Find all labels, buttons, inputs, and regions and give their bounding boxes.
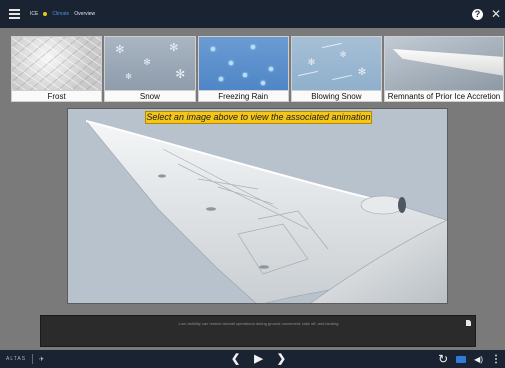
thumbnail-label: Remnants of Prior Ice Accretion [385, 90, 503, 101]
breadcrumb-item[interactable]: Overview [74, 11, 95, 17]
thumbnail-blowing-snow[interactable]: ✻ ✻ ✻ Blowing Snow [290, 36, 382, 102]
breadcrumb-item[interactable]: ICE [30, 11, 38, 17]
remnants-image [385, 37, 503, 90]
wind-streak [331, 74, 352, 81]
raindrop-icon [268, 67, 273, 71]
snowflake-icon: ✻ [125, 72, 132, 81]
thumbnail-label: Snow [105, 90, 195, 101]
raindrop-icon [260, 81, 265, 85]
freezing-rain-image [198, 37, 288, 90]
snowflake-icon: ✻ [115, 44, 125, 56]
thumbnail-remnants[interactable]: Remnants of Prior Ice Accretion [384, 36, 504, 102]
frost-image [12, 37, 102, 90]
snowflake-icon: ✻ [339, 50, 347, 59]
snowflake-icon: ✻ [357, 67, 367, 78]
play-icon[interactable]: ▶ [254, 353, 262, 365]
navigation-controls: ❮ ▶ ❯ [231, 350, 286, 368]
instruction-banner: Select an image above to view the associ… [145, 111, 372, 124]
wing-image [393, 49, 503, 77]
thumbnail-freezing-rain[interactable]: Freezing Rain [197, 36, 289, 102]
top-bar: ICE Climate Overview ? ✕ [0, 0, 505, 28]
reload-icon[interactable]: ↻ [438, 352, 448, 366]
animation-viewer: Select an image above to view the associ… [67, 108, 448, 304]
player-tools: ↻ ◀) ⋮ [438, 350, 501, 368]
thumbnail-frost[interactable]: Frost [11, 36, 103, 102]
logo-divider [32, 354, 34, 364]
snow-image: ✻ ✻ ✻ ✻ ✻ [105, 37, 195, 90]
close-icon[interactable]: ✕ [491, 8, 501, 20]
logo: ALTAS [6, 356, 27, 362]
wing-illustration [85, 120, 447, 303]
captions-icon[interactable] [456, 355, 467, 363]
thumbnail-label: Blowing Snow [291, 90, 381, 101]
thumbnail-strip: Frost ✻ ✻ ✻ ✻ ✻ Snow Freezing Rain ✻ ✻ ✻ [11, 36, 504, 102]
snowflake-icon: ✻ [307, 57, 316, 67]
menu-icon[interactable] [0, 0, 28, 28]
airplane-logo-icon: ✈ [39, 356, 45, 363]
caption-box: Low visibility can restrict aircraft ope… [40, 315, 476, 347]
bottom-bar: ALTAS ✈ ❮ ▶ ❯ ↻ ◀) ⋮ [0, 350, 505, 368]
wind-streak [321, 42, 342, 49]
breadcrumb-dot-icon [43, 12, 48, 16]
thumbnail-label: Frost [12, 90, 102, 101]
next-icon[interactable]: ❯ [277, 353, 286, 365]
logo-group: ALTAS ✈ [6, 350, 44, 368]
volume-icon[interactable]: ◀) [474, 355, 483, 364]
breadcrumb-item[interactable]: Climate [52, 11, 69, 17]
help-icon[interactable]: ? [471, 8, 483, 20]
blowing-snow-image: ✻ ✻ ✻ [291, 37, 381, 90]
prev-icon[interactable]: ❮ [231, 353, 240, 365]
breadcrumb: ICE Climate Overview [30, 11, 95, 17]
thumbnail-snow[interactable]: ✻ ✻ ✻ ✻ ✻ Snow [104, 36, 196, 102]
wind-streak [297, 70, 318, 77]
raindrop-icon [250, 45, 255, 49]
more-icon[interactable]: ⋮ [491, 354, 501, 365]
snowflake-icon: ✻ [175, 67, 186, 81]
raindrop-icon [242, 73, 247, 77]
caption-text: Low visibility can restrict aircraft ope… [178, 321, 340, 326]
raindrop-icon [228, 61, 233, 65]
raindrop-icon [210, 47, 215, 51]
raindrop-icon [218, 77, 223, 81]
snowflake-icon: ✻ [143, 57, 151, 67]
thumbnail-label: Freezing Rain [198, 90, 288, 101]
snowflake-icon: ✻ [169, 42, 179, 54]
